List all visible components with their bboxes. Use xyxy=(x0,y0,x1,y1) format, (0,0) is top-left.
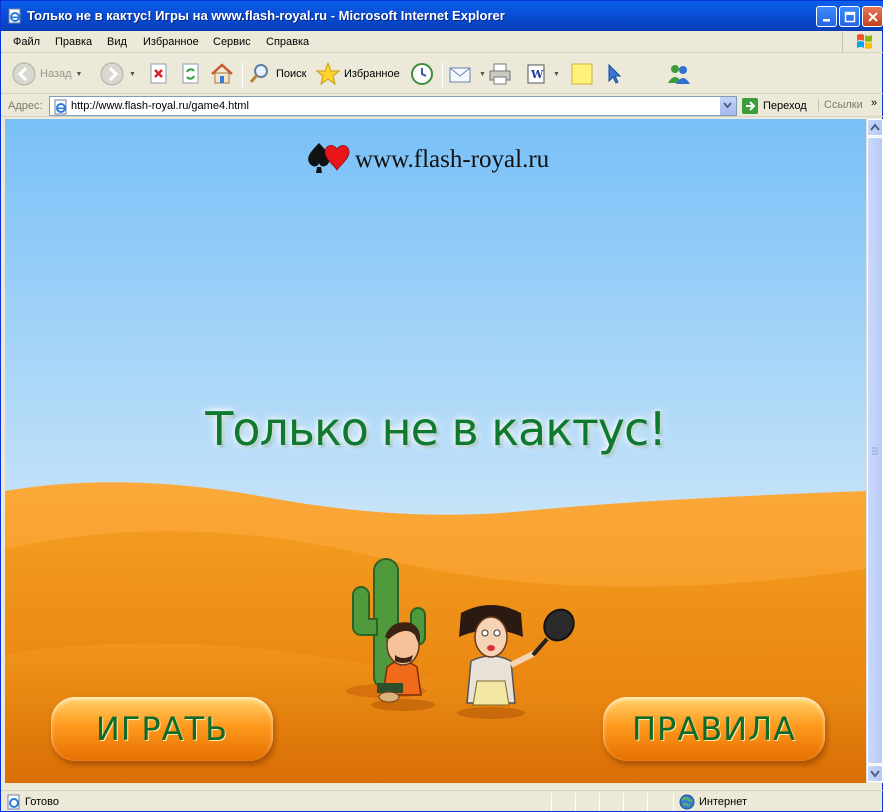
refresh-button[interactable] xyxy=(179,60,203,88)
go-label: Переход xyxy=(763,100,807,112)
edit-dropdown-icon[interactable]: ▼ xyxy=(553,71,560,78)
favorites-button[interactable]: Избранное xyxy=(315,60,400,88)
close-icon xyxy=(868,12,878,22)
status-divider xyxy=(647,793,648,811)
links-button[interactable]: Ссылки xyxy=(818,99,863,111)
scroll-up-button[interactable] xyxy=(867,119,883,136)
maximize-button[interactable] xyxy=(839,6,860,27)
address-input[interactable]: http://www.flash-royal.ru/game4.html xyxy=(49,96,737,116)
site-logo-text[interactable]: www.flash-royal.ru xyxy=(355,146,549,174)
menu-favorites[interactable]: Избранное xyxy=(143,36,199,48)
ie-page-icon xyxy=(54,99,67,115)
scroll-down-button[interactable] xyxy=(867,765,883,782)
back-dropdown-icon[interactable]: ▼ xyxy=(76,71,83,78)
play-button-label: ИГРАТЬ xyxy=(95,710,229,748)
history-icon xyxy=(411,63,433,85)
word-edit-icon: W xyxy=(527,64,545,84)
refresh-icon xyxy=(182,63,199,84)
search-button[interactable]: Поиск xyxy=(247,60,306,88)
browser-window: Только не в кактус! Игры на www.flash-ro… xyxy=(0,0,883,812)
close-button[interactable] xyxy=(862,6,883,27)
globe-icon xyxy=(679,794,695,810)
research-button[interactable] xyxy=(601,60,627,88)
printer-icon xyxy=(489,63,511,85)
menu-help[interactable]: Справка xyxy=(266,36,309,48)
menu-tools[interactable]: Сервис xyxy=(213,36,251,48)
status-divider xyxy=(551,793,552,811)
status-divider xyxy=(599,793,600,811)
forward-arrow-icon xyxy=(100,62,124,86)
go-arrow-icon xyxy=(742,98,758,114)
back-button[interactable]: Назад ▼ xyxy=(11,60,82,88)
title-bar[interactable]: Только не в кактус! Игры на www.flash-ro… xyxy=(1,1,883,31)
vertical-scrollbar[interactable] xyxy=(866,119,883,783)
rules-button[interactable]: ПРАВИЛА xyxy=(603,697,825,761)
links-chevron-icon[interactable]: » xyxy=(871,97,877,109)
menu-edit[interactable]: Правка xyxy=(55,36,92,48)
chevron-down-icon xyxy=(723,102,732,109)
minimize-icon xyxy=(823,19,830,22)
forward-dropdown-icon[interactable]: ▼ xyxy=(129,71,136,78)
menu-file[interactable]: Файл xyxy=(13,36,40,48)
address-label: Адрес: xyxy=(8,100,43,112)
menu-view[interactable]: Вид xyxy=(107,36,127,48)
discuss-button[interactable] xyxy=(569,60,595,88)
address-url[interactable]: http://www.flash-royal.ru/game4.html xyxy=(71,100,249,112)
back-arrow-icon xyxy=(12,62,36,86)
sticky-note-icon xyxy=(571,63,593,85)
security-zone[interactable]: Интернет xyxy=(679,794,747,810)
messenger-icon xyxy=(668,65,690,84)
messenger-button[interactable] xyxy=(665,60,693,88)
status-text: Готово xyxy=(25,796,59,808)
chevron-up-icon xyxy=(870,123,880,131)
windows-logo xyxy=(842,32,880,52)
game-title: Только не в кактус! xyxy=(205,402,667,456)
ie-page-icon xyxy=(8,8,21,24)
standard-toolbar: Назад ▼ ▼ Поиск Избранное ▼ W ▼ xyxy=(1,54,883,94)
home-button[interactable] xyxy=(209,60,235,88)
address-dropdown-button[interactable] xyxy=(719,97,736,115)
ie-page-icon xyxy=(7,794,20,810)
favorites-label: Избранное xyxy=(344,68,400,80)
back-label: Назад xyxy=(40,68,72,80)
forward-button[interactable]: ▼ xyxy=(99,60,136,88)
edit-button[interactable]: W ▼ xyxy=(523,60,560,88)
windows-flag-icon xyxy=(857,34,872,49)
status-bar: Готово Интернет xyxy=(1,790,883,812)
home-icon xyxy=(211,63,233,84)
page-content: www.flash-royal.ru Только не в кактус! И… xyxy=(5,119,866,783)
toolbar-separator xyxy=(242,62,243,88)
grip-icon xyxy=(872,447,878,455)
search-label: Поиск xyxy=(276,68,307,80)
chevron-down-icon xyxy=(870,770,880,778)
toolbar-separator xyxy=(442,62,443,88)
mail-dropdown-icon[interactable]: ▼ xyxy=(479,71,486,78)
minimize-button[interactable] xyxy=(816,6,837,27)
mail-button[interactable]: ▼ xyxy=(447,60,486,88)
stop-icon xyxy=(150,63,167,84)
window-title: Только не в кактус! Игры на www.flash-ro… xyxy=(27,8,505,23)
stop-button[interactable] xyxy=(147,60,171,88)
status-divider xyxy=(673,793,674,811)
go-button[interactable]: Переход xyxy=(741,98,807,114)
address-bar: Адрес: http://www.flash-royal.ru/game4.h… xyxy=(1,95,883,117)
zone-label: Интернет xyxy=(699,796,747,808)
status-divider xyxy=(623,793,624,811)
rules-button-label: ПРАВИЛА xyxy=(631,710,797,748)
scroll-thumb[interactable] xyxy=(867,137,883,764)
search-icon xyxy=(249,64,268,83)
status-divider xyxy=(575,793,576,811)
history-button[interactable] xyxy=(409,60,435,88)
research-icon xyxy=(608,63,622,84)
favorites-star-icon xyxy=(315,61,341,86)
maximize-icon xyxy=(844,11,856,23)
play-button[interactable]: ИГРАТЬ xyxy=(51,697,273,761)
print-button[interactable] xyxy=(487,60,513,88)
svg-text:W: W xyxy=(530,68,544,81)
menu-bar: Файл Правка Вид Избранное Сервис Справка xyxy=(1,31,883,53)
mail-icon xyxy=(449,67,471,83)
